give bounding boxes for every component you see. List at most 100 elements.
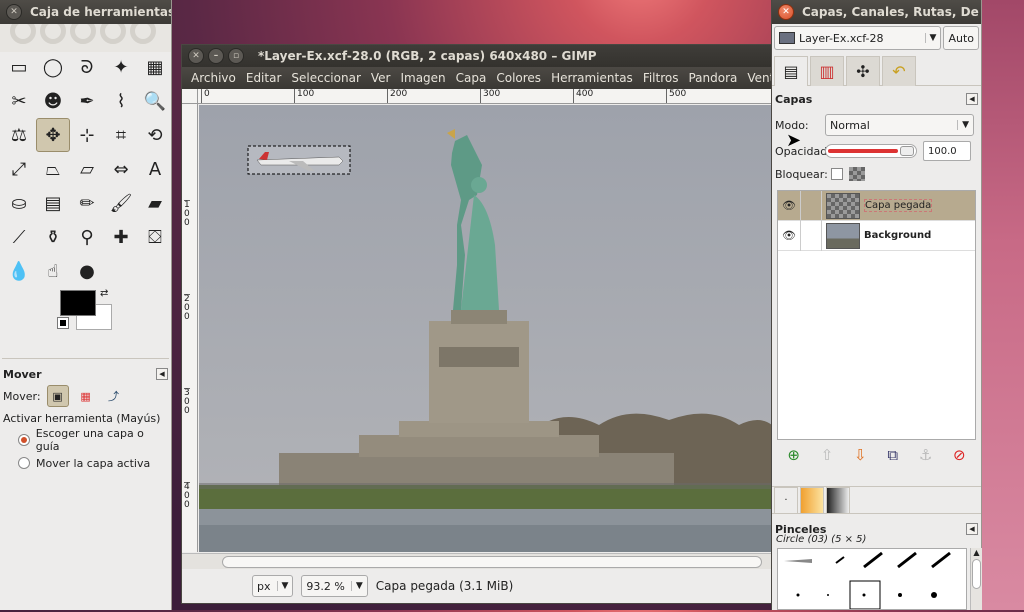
raise-layer-icon[interactable]: ⇧: [821, 446, 834, 464]
move-path-icon[interactable]: ⤴: [103, 388, 125, 404]
menu-item[interactable]: Ver: [366, 71, 396, 85]
tool-button[interactable]: ⇔: [104, 152, 138, 186]
menu-item[interactable]: Seleccionar: [286, 71, 365, 85]
tool-button[interactable]: ✚: [104, 220, 138, 254]
tool-button[interactable]: ✂: [2, 84, 36, 118]
panel-menu-icon[interactable]: ◀: [966, 523, 978, 535]
tool-button[interactable]: ⟲: [138, 118, 172, 152]
swap-colors-icon[interactable]: ⇄: [100, 288, 108, 299]
tool-button[interactable]: 💧: [2, 254, 36, 288]
tool-button[interactable]: ▤: [36, 186, 70, 220]
tool-button[interactable]: A: [138, 152, 172, 186]
visibility-eye-icon[interactable]: 👁: [778, 229, 800, 242]
menu-item[interactable]: Archivo: [186, 71, 241, 85]
zoom-select[interactable]: 93.2 % ▼: [301, 575, 368, 597]
tool-button[interactable]: ⚖: [2, 118, 36, 152]
layer-row[interactable]: 👁 Capa pegada: [778, 190, 975, 221]
close-icon[interactable]: ✕: [188, 48, 204, 64]
radio-pick-layer[interactable]: [18, 434, 30, 446]
tab-brushes[interactable]: ·: [774, 487, 798, 513]
move-layer-icon[interactable]: ▣: [46, 385, 69, 407]
tool-button[interactable]: ✥: [36, 118, 70, 152]
vertical-ruler[interactable]: 1 0 0 2 0 0 3 0 0 4 0 0: [182, 104, 198, 552]
chain-toggle[interactable]: [800, 190, 822, 221]
tool-button[interactable]: ✦: [104, 50, 138, 84]
tool-button[interactable]: ☻: [36, 84, 70, 118]
tool-button[interactable]: ⊹: [70, 118, 104, 152]
lock-alpha-icon[interactable]: [849, 167, 865, 181]
minimize-icon[interactable]: –: [208, 48, 224, 64]
tool-button[interactable]: ⚲: [70, 220, 104, 254]
tab-gradients[interactable]: [826, 487, 850, 513]
tab-layers[interactable]: ▤: [774, 56, 808, 86]
maximize-icon[interactable]: ▫: [228, 48, 244, 64]
tool-button[interactable]: 🖌: [104, 186, 138, 220]
menu-item[interactable]: Imagen: [395, 71, 450, 85]
visibility-eye-icon[interactable]: 👁: [778, 199, 800, 212]
tool-button[interactable]: ⛀: [2, 186, 36, 220]
unit-select[interactable]: px ▼: [252, 575, 294, 597]
horizontal-ruler[interactable]: 0 100 200 300 400 500: [198, 89, 772, 104]
option-pick-layer[interactable]: Escoger una capa o guía: [0, 427, 171, 453]
image-canvas[interactable]: [199, 105, 772, 552]
menu-item[interactable]: Editar: [241, 71, 287, 85]
menu-item[interactable]: Capa: [451, 71, 492, 85]
lock-pixels-checkbox[interactable]: [831, 168, 843, 180]
close-icon[interactable]: ✕: [6, 4, 22, 20]
tab-channels[interactable]: ▥: [810, 56, 844, 86]
panel-menu-icon[interactable]: ◀: [966, 93, 978, 105]
tool-button[interactable]: ⟋: [2, 220, 36, 254]
tab-paths[interactable]: ✣: [846, 56, 880, 86]
tool-button[interactable]: ⏥: [70, 152, 104, 186]
tool-button[interactable]: ✒: [70, 84, 104, 118]
tab-patterns[interactable]: [800, 487, 824, 513]
tool-button[interactable]: ☝: [36, 254, 70, 288]
tool-button[interactable]: ▦: [138, 50, 172, 84]
delete-layer-icon[interactable]: ⊘: [953, 446, 966, 464]
tool-button[interactable]: ⌇: [104, 84, 138, 118]
menu-item[interactable]: Colores: [491, 71, 546, 85]
duplicate-layer-icon[interactable]: ⧉: [887, 446, 898, 464]
anchor-layer-icon[interactable]: ⚓: [919, 446, 932, 464]
opacity-slider[interactable]: [825, 144, 917, 158]
opacity-slider-handle[interactable]: [900, 146, 914, 156]
auto-button[interactable]: Auto: [943, 26, 979, 50]
radio-move-active[interactable]: [18, 457, 30, 469]
tool-button[interactable]: ●: [70, 254, 104, 288]
panel-menu-icon[interactable]: ◀: [156, 368, 168, 380]
tool-button[interactable]: 🔍: [138, 84, 172, 118]
scroll-up-icon[interactable]: ▲: [971, 548, 982, 557]
tool-button[interactable]: ⤢: [2, 152, 36, 186]
quick-mask-corner[interactable]: [182, 89, 198, 104]
tool-button[interactable]: ⛋: [138, 220, 172, 254]
move-selection-icon[interactable]: ▦: [75, 390, 97, 403]
wilber-drop-area[interactable]: [0, 24, 171, 52]
brushes-scrollbar[interactable]: ▲: [970, 548, 982, 610]
menu-item[interactable]: Herramientas: [546, 71, 638, 85]
tool-button[interactable]: ▭: [2, 50, 36, 84]
scrollbar-thumb[interactable]: [222, 556, 762, 568]
horizontal-scrollbar[interactable]: [182, 553, 772, 569]
brushes-grid[interactable]: [777, 548, 967, 610]
default-colors-icon[interactable]: [57, 317, 69, 329]
option-move-active[interactable]: Mover la capa activa: [0, 453, 171, 473]
tool-button[interactable]: ▰: [138, 186, 172, 220]
foreground-color-swatch[interactable]: [60, 290, 96, 316]
tool-button[interactable]: ⌗: [104, 118, 138, 152]
new-layer-icon[interactable]: ⊕: [787, 446, 800, 464]
menu-item[interactable]: Filtros: [638, 71, 684, 85]
layer-row[interactable]: 👁 Background: [778, 220, 975, 251]
mode-select[interactable]: Normal ▼: [825, 114, 974, 136]
image-select[interactable]: Layer-Ex.xcf-28 ▼: [774, 26, 942, 50]
menu-item[interactable]: Pandora: [683, 71, 742, 85]
opacity-spin[interactable]: 100.0: [923, 141, 971, 161]
tool-button[interactable]: ✏: [70, 186, 104, 220]
tool-button[interactable]: ⚱: [36, 220, 70, 254]
tool-button[interactable]: ᘐ: [70, 50, 104, 84]
close-icon[interactable]: ✕: [778, 4, 794, 20]
chain-toggle[interactable]: [800, 220, 822, 251]
scrollbar-thumb[interactable]: [972, 559, 981, 589]
lower-layer-icon[interactable]: ⇩: [854, 446, 867, 464]
tab-undo[interactable]: ↶: [882, 56, 916, 86]
tool-button[interactable]: ⏢: [36, 152, 70, 186]
